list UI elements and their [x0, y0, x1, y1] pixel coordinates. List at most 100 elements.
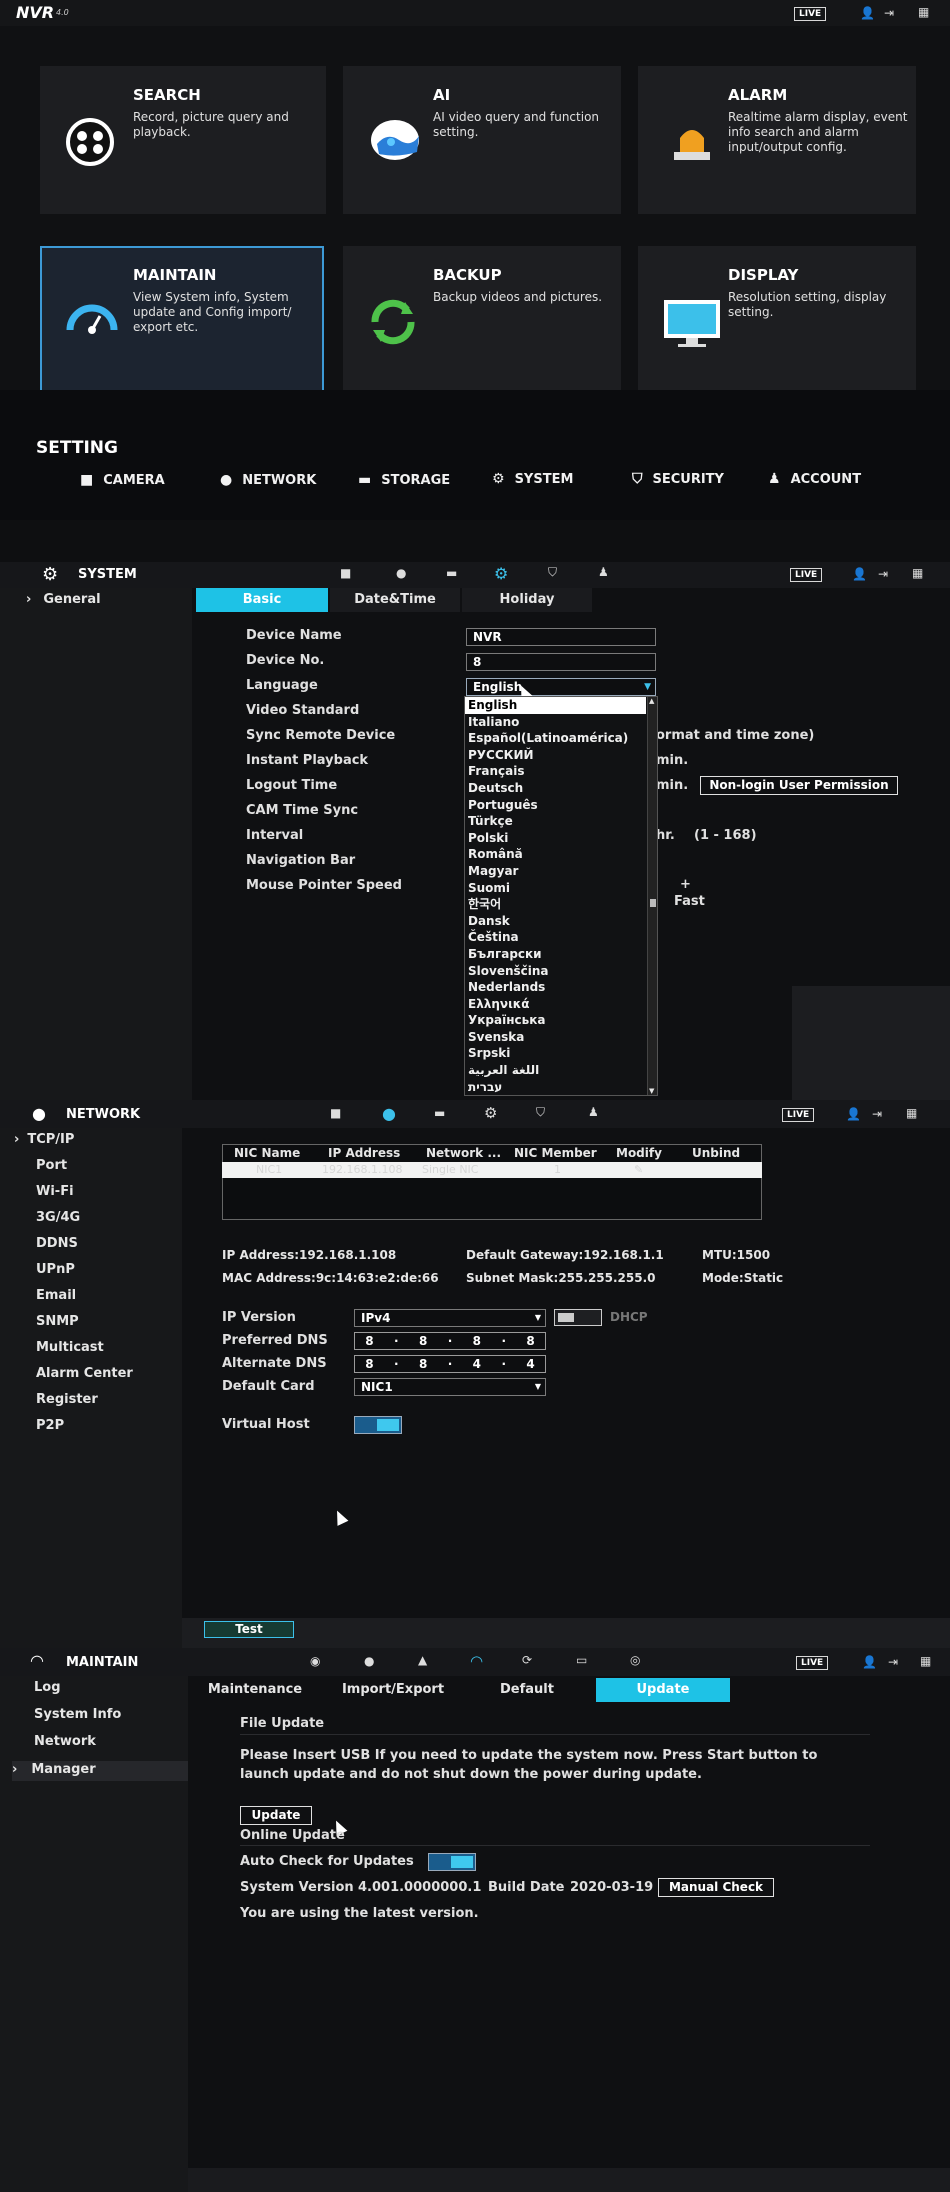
sidebar-item-tcpip[interactable]: › TCP/IP [14, 1132, 74, 1147]
camera-icon[interactable]: ■ [340, 566, 351, 580]
grid-icon[interactable]: ▦ [918, 5, 929, 19]
manual-check-button[interactable]: Manual Check [658, 1878, 774, 1897]
table-row[interactable]: NIC1 192.168.1.108 Single NIC 1 ✎ [222, 1162, 762, 1178]
ai-head-icon[interactable]: ● [364, 1654, 374, 1668]
test-button[interactable]: Test [204, 1621, 294, 1638]
scroll-down-icon[interactable]: ▼ [649, 1087, 654, 1095]
language-option[interactable]: Български [465, 946, 646, 963]
language-option[interactable]: Slovenščina [465, 963, 646, 980]
language-option[interactable]: Deutsch [465, 780, 646, 797]
user-icon[interactable]: 👤 [862, 1655, 877, 1669]
language-option[interactable]: Español(Latinoamérica) [465, 730, 646, 747]
user-icon[interactable]: 👤 [852, 567, 867, 581]
shield-icon[interactable]: ⛉ [536, 1105, 545, 1120]
language-option[interactable]: Türkçe [465, 813, 646, 830]
language-option[interactable]: Українська [465, 1012, 646, 1029]
tab-datetime[interactable]: Date&Time [330, 588, 460, 612]
sidebar-item-p2p[interactable]: P2P [36, 1418, 64, 1433]
user-icon[interactable]: 👤 [860, 6, 875, 20]
sidebar-item-wifi[interactable]: Wi-Fi [36, 1184, 74, 1199]
sidebar-item-snmp[interactable]: SNMP [36, 1314, 79, 1329]
virtual-host-toggle[interactable] [354, 1416, 402, 1434]
maintain-card[interactable]: MAINTAIN View System info, System update… [40, 246, 324, 390]
sidebar-item-register[interactable]: Register [36, 1392, 98, 1407]
sidebar-item-general[interactable]: › General [26, 592, 101, 607]
live-button[interactable]: LIVE [796, 1656, 829, 1670]
language-option[interactable]: Ελληνικά [465, 996, 646, 1013]
language-select[interactable]: English ▼ [466, 678, 656, 696]
user-icon[interactable]: 👤 [846, 1107, 861, 1121]
account-icon[interactable]: ♟ [598, 565, 609, 579]
gear-icon[interactable]: ⚙ [484, 1104, 497, 1122]
alarm-light-icon[interactable]: ▲ [418, 1653, 427, 1667]
monitor-icon[interactable]: ▭ [576, 1653, 587, 1667]
device-name-input[interactable]: NVR [466, 628, 656, 646]
language-option[interactable]: Polski [465, 830, 646, 847]
auto-check-toggle[interactable] [428, 1853, 476, 1871]
display-card[interactable]: DISPLAY Resolution setting, display sett… [638, 246, 916, 390]
camera-icon[interactable]: ■ [330, 1106, 341, 1120]
storage-icon[interactable]: ▬ [434, 1106, 445, 1120]
edit-icon[interactable]: ✎ [634, 1163, 643, 1176]
language-option[interactable]: Română [465, 846, 646, 863]
non-login-permission-button[interactable]: Non-login User Permission [700, 776, 898, 795]
grid-icon[interactable]: ▦ [920, 1654, 931, 1668]
alternate-dns-input[interactable]: 8 · 8 · 4 · 4 [354, 1355, 546, 1373]
grid-icon[interactable]: ▦ [906, 1106, 917, 1120]
ip-version-select[interactable]: IPv4 ▼ [354, 1309, 546, 1327]
alarm-card[interactable]: ALARM Realtime alarm display, event info… [638, 66, 916, 214]
setting-account[interactable]: ♟ ACCOUNT [768, 471, 861, 487]
logout-icon[interactable]: ⇥ [872, 1107, 882, 1121]
setting-camera[interactable]: ■ CAMERA [80, 472, 165, 488]
default-card-select[interactable]: NIC1 ▼ [354, 1378, 546, 1396]
sidebar-item-port[interactable]: Port [36, 1158, 67, 1173]
live-button[interactable]: LIVE [794, 7, 827, 21]
language-option[interactable]: اللغة العربية [465, 1062, 646, 1079]
tab-maintenance[interactable]: Maintenance [196, 1678, 314, 1702]
gear-icon-active[interactable]: ⚙ [494, 564, 508, 583]
language-option[interactable]: Čeština [465, 929, 646, 946]
language-option[interactable]: Nederlands [465, 979, 646, 996]
setting-storage[interactable]: ▬ STORAGE [358, 472, 450, 488]
language-option[interactable]: Magyar [465, 863, 646, 880]
sidebar-item-manager[interactable]: › Manager [12, 1761, 188, 1781]
setting-network[interactable]: ● NETWORK [220, 472, 316, 488]
language-option[interactable]: Français [465, 763, 646, 780]
preferred-dns-input[interactable]: 8 · 8 · 8 · 8 [354, 1332, 546, 1350]
sidebar-item-alarm-center[interactable]: Alarm Center [36, 1366, 133, 1381]
speed-plus[interactable]: + [680, 877, 691, 892]
live-button[interactable]: LIVE [782, 1108, 815, 1122]
sidebar-item-email[interactable]: Email [36, 1288, 76, 1303]
shield-icon[interactable]: ⛉ [548, 565, 557, 580]
storage-icon[interactable]: ▬ [446, 566, 457, 580]
update-button[interactable]: Update [240, 1806, 312, 1825]
language-option[interactable]: РУССКИЙ [465, 747, 646, 764]
language-option[interactable]: Suomi [465, 880, 646, 897]
dropdown-scrollbar[interactable]: ▲ ▼ [647, 697, 657, 1095]
tab-holiday[interactable]: Holiday [462, 588, 592, 612]
network-icon-active[interactable]: ● [382, 1104, 396, 1123]
tab-update[interactable]: Update [596, 1678, 730, 1702]
sidebar-item-multicast[interactable]: Multicast [36, 1340, 104, 1355]
headset-icon[interactable]: ◎ [630, 1653, 640, 1667]
logout-icon[interactable]: ⇥ [878, 567, 888, 581]
device-no-input[interactable]: 8 [466, 653, 656, 671]
dhcp-toggle[interactable] [554, 1309, 602, 1326]
account-icon[interactable]: ♟ [588, 1105, 599, 1119]
film-reel-icon[interactable]: ◉ [310, 1654, 320, 1668]
language-option[interactable]: עברית [465, 1079, 646, 1096]
gauge-icon-active[interactable]: ◠ [470, 1652, 483, 1670]
setting-security[interactable]: ⛉ SECURITY [632, 471, 724, 487]
sidebar-item-upnp[interactable]: UPnP [36, 1262, 75, 1277]
grid-icon[interactable]: ▦ [912, 566, 923, 580]
sidebar-item-ddns[interactable]: DDNS [36, 1236, 78, 1251]
scroll-thumb[interactable] [650, 899, 656, 907]
language-option[interactable]: English [465, 697, 646, 714]
sidebar-item-log[interactable]: Log [34, 1680, 61, 1695]
backup-card[interactable]: BACKUP Backup videos and pictures. [343, 246, 621, 390]
language-option[interactable]: Srpski [465, 1045, 646, 1062]
language-option[interactable]: Português [465, 797, 646, 814]
language-option[interactable]: Dansk [465, 913, 646, 930]
network-icon[interactable]: ● [396, 566, 406, 580]
logout-icon[interactable]: ⇥ [884, 6, 894, 20]
